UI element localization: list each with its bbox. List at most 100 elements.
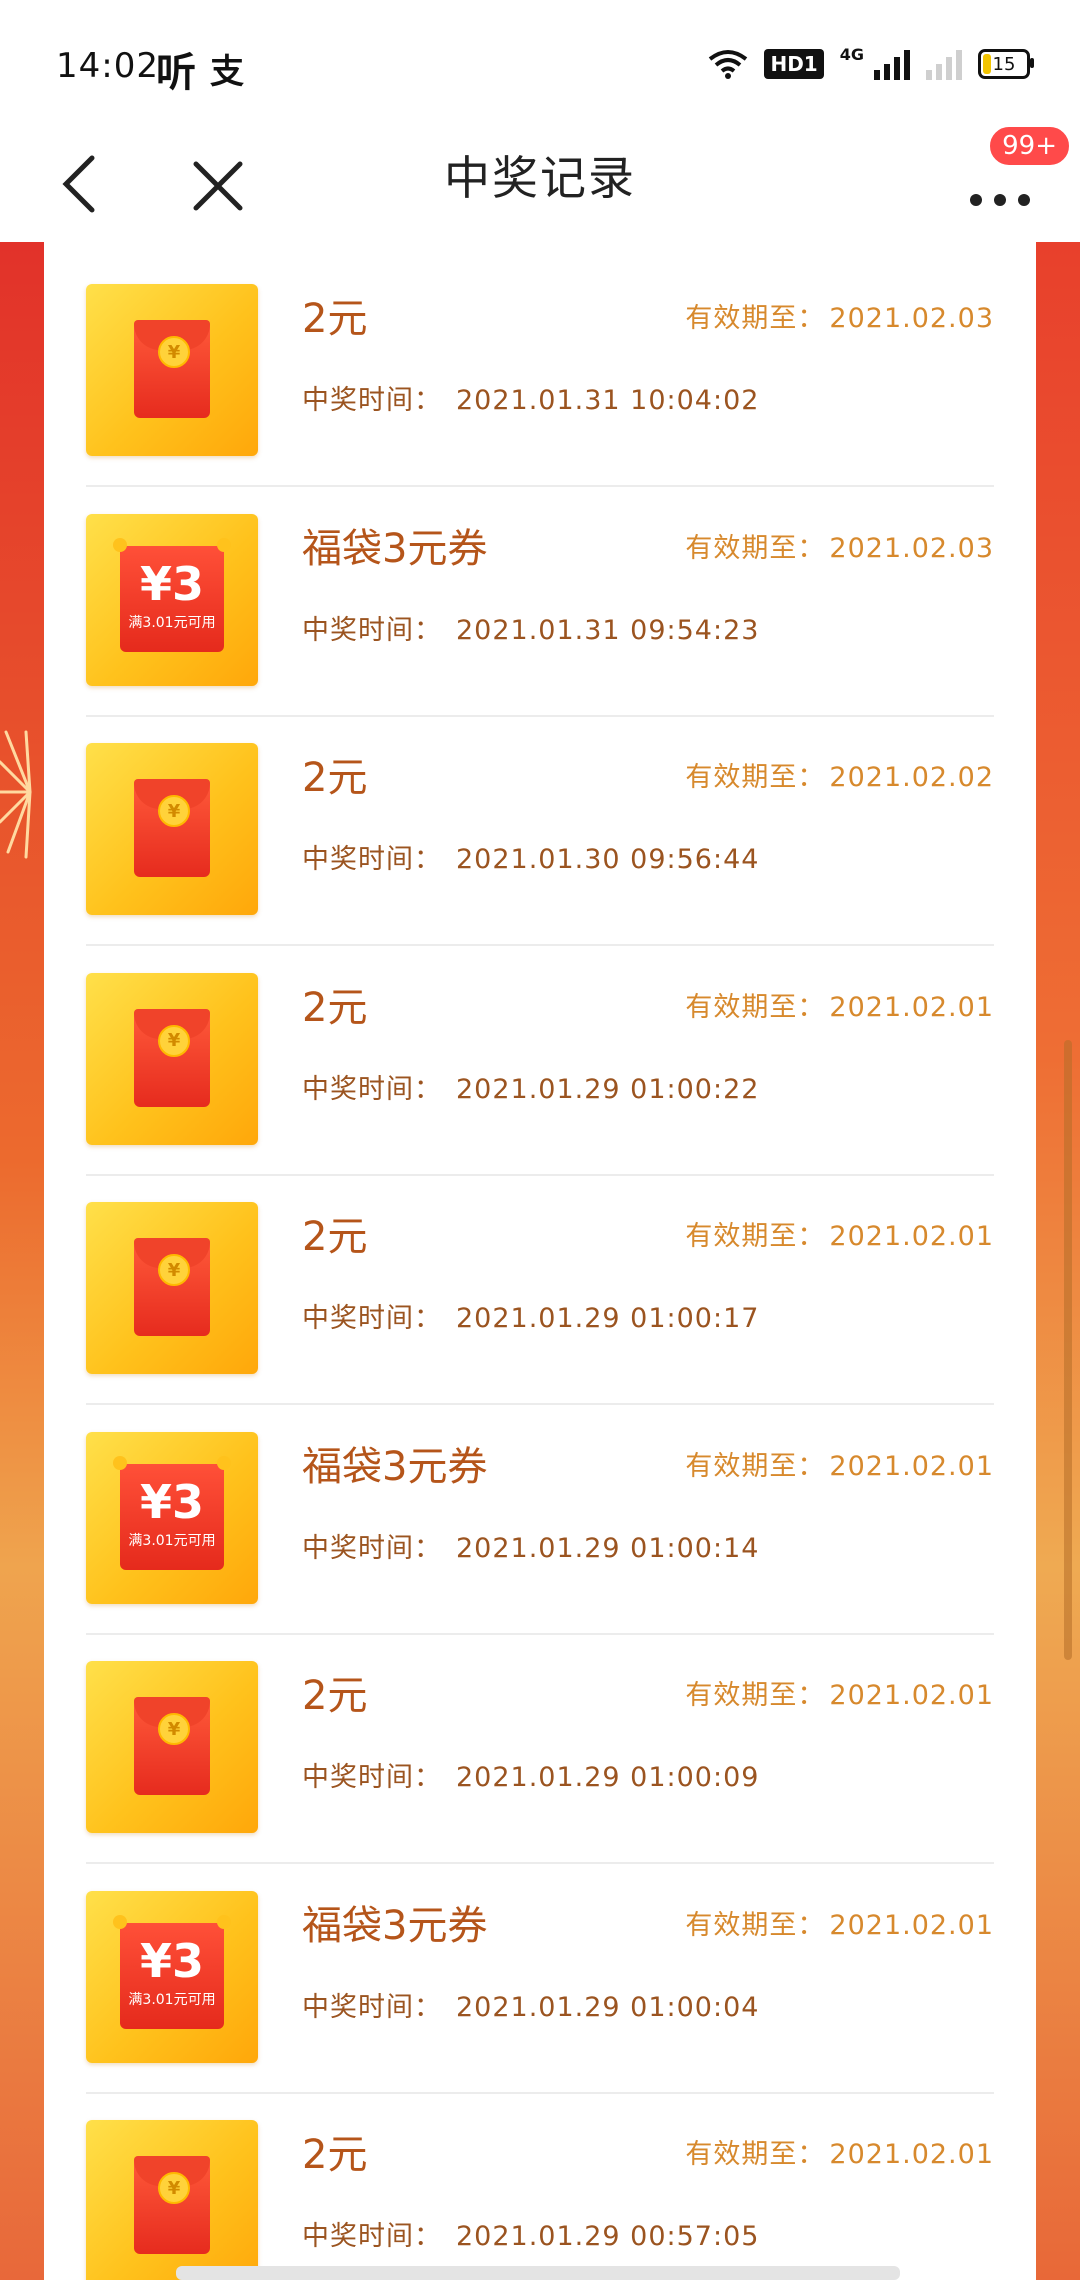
- expiry-value: 2021.02.01: [829, 1909, 994, 1941]
- expiry-label: 有效期至：: [685, 1909, 826, 1941]
- red-envelope-thumbnail: ¥: [86, 284, 258, 456]
- status-time: 14:02: [56, 46, 159, 86]
- alipay-notification-icon: 支: [210, 52, 244, 92]
- expiry-value: 2021.02.01: [829, 1221, 994, 1252]
- red-envelope-icon: ¥: [134, 320, 210, 418]
- expiry-date: 有效期至： 2021.02.01: [685, 1903, 994, 1942]
- page-title: 中奖记录: [444, 151, 636, 205]
- scrollbar[interactable]: [1064, 1040, 1072, 1660]
- win-time: 中奖时间： 2021.01.29 01:00:04: [302, 1985, 759, 2024]
- coupon-ticket-icon: ¥3 满3.01元可用: [113, 1455, 231, 1570]
- prize-list-item[interactable]: ¥3 满3.01元可用 福袋3元券 有效期至： 2021.02.01 中奖时间： 2021.…: [86, 1410, 994, 1640]
- coin-icon: ¥: [158, 2172, 190, 2204]
- win-time-label: 中奖时间：: [302, 1991, 442, 2023]
- battery-level: 15: [992, 53, 1016, 75]
- prize-title: 福袋3元券: [302, 1443, 488, 1490]
- coin-icon: ¥: [158, 1254, 190, 1286]
- coupon-amount: ¥3: [139, 556, 204, 611]
- expiry-value: 2021.02.03: [829, 303, 994, 334]
- battery-icon: 15: [978, 49, 1034, 79]
- red-envelope-icon: ¥: [134, 779, 210, 877]
- win-time-label: 中奖时间：: [302, 614, 442, 646]
- prize-list-item[interactable]: ¥3 满3.01元可用 福袋3元券 有效期至： 2021.02.03 中奖时间： 2021.…: [86, 492, 994, 722]
- win-time-label: 中奖时间：: [302, 1532, 442, 1564]
- list-divider: [86, 1403, 994, 1405]
- win-time-value: 2021.01.31 09:54:23: [456, 614, 760, 646]
- expiry-label: 有效期至：: [685, 762, 826, 793]
- prize-list-item[interactable]: ¥3 满3.01元可用 福袋3元券 有效期至： 2021.02.01 中奖时间： 2021.…: [86, 1869, 994, 2099]
- win-time-value: 2021.01.29 01:00:17: [456, 1303, 760, 1334]
- win-time: 中奖时间： 2021.01.29 01:00:09: [302, 1755, 759, 1794]
- red-envelope-icon: ¥: [134, 1238, 210, 1336]
- expiry-label: 有效期至：: [685, 991, 826, 1023]
- coupon-condition: 满3.01元可用: [128, 1991, 216, 2008]
- list-divider: [86, 2091, 994, 2094]
- bottom-indicator: [176, 2266, 900, 2280]
- prize-list-item[interactable]: ¥2元 有效期至： 2021.02.03 中奖时间： 2021.01.31 10:04:…: [86, 262, 994, 492]
- prize-title: 2元: [302, 755, 368, 801]
- win-time-value: 2021.01.31 10:04:02: [456, 385, 760, 416]
- coupon-ticket-icon: ¥3 满3.01元可用: [113, 537, 231, 652]
- wifi-icon: [709, 50, 748, 79]
- list-divider: [86, 1173, 994, 1176]
- prize-title: 福袋3元券: [302, 525, 488, 572]
- win-time-label: 中奖时间：: [302, 1303, 442, 1334]
- win-time-label: 中奖时间：: [302, 1073, 442, 1105]
- expiry-date: 有效期至： 2021.02.02: [685, 755, 994, 794]
- coupon-amount: ¥3: [139, 1933, 204, 1988]
- more-menu-button[interactable]: [970, 166, 1040, 206]
- expiry-label: 有效期至：: [685, 1221, 826, 1252]
- coupon-ticket-icon: ¥3 满3.01元可用: [113, 1914, 231, 2029]
- prize-title: 2元: [302, 1214, 368, 1260]
- list-divider: [86, 1632, 994, 1635]
- win-time: 中奖时间： 2021.01.29 00:57:05: [302, 2214, 759, 2253]
- more-dot-icon: [1018, 194, 1030, 206]
- more-dot-icon: [970, 194, 982, 206]
- hd-voice-icon: HD1: [764, 49, 824, 79]
- prize-list-item[interactable]: ¥2元 有效期至： 2021.02.01 中奖时间： 2021.01.29 00:57:…: [86, 2098, 994, 2280]
- red-envelope-thumbnail: ¥: [86, 2120, 258, 2280]
- signal-strength-icon: [874, 48, 910, 80]
- win-time-label: 中奖时间：: [302, 2221, 442, 2252]
- expiry-value: 2021.02.01: [829, 1450, 994, 1482]
- prize-title: 2元: [302, 984, 368, 1031]
- expiry-label: 有效期至：: [685, 2139, 826, 2170]
- prize-list-item[interactable]: ¥2元 有效期至： 2021.02.01 中奖时间： 2021.01.29 01:00:…: [86, 1639, 994, 1869]
- win-time: 中奖时间： 2021.01.29 01:00:22: [302, 1067, 759, 1106]
- expiry-date: 有效期至： 2021.02.03: [685, 526, 994, 565]
- expiry-date: 有效期至： 2021.02.01: [685, 985, 994, 1024]
- coupon-thumbnail: ¥3 满3.01元可用: [86, 1431, 258, 1604]
- coupon-thumbnail: ¥3 满3.01元可用: [86, 513, 258, 686]
- win-time: 中奖时间： 2021.01.31 09:54:23: [302, 608, 759, 647]
- prize-title: 2元: [302, 296, 368, 342]
- list-divider: [86, 944, 994, 946]
- win-time-label: 中奖时间：: [302, 844, 442, 875]
- win-time: 中奖时间： 2021.01.29 01:00:17: [302, 1296, 759, 1335]
- coupon-condition: 满3.01元可用: [128, 1532, 216, 1549]
- firework-decoration-icon: [0, 730, 32, 859]
- status-bar: 14:02 听 支 HD1 4G 15: [0, 0, 1080, 130]
- notification-badge: 99+: [987, 124, 1072, 168]
- prize-record-list[interactable]: ¥2元 有效期至： 2021.02.03 中奖时间： 2021.01.31 10:04:…: [44, 242, 1036, 2280]
- more-dot-icon: [994, 194, 1006, 206]
- coin-icon: ¥: [158, 1024, 190, 1057]
- red-envelope-icon: ¥: [134, 2156, 210, 2254]
- list-divider: [86, 1862, 994, 1864]
- app-notification-icon: 听: [156, 50, 196, 96]
- win-time-value: 2021.01.29 01:00:09: [456, 1762, 760, 1793]
- win-time-value: 2021.01.29 01:00:22: [456, 1073, 760, 1105]
- prize-list-item[interactable]: ¥2元 有效期至： 2021.02.01 中奖时间： 2021.01.29 01:00:…: [86, 951, 994, 1181]
- coupon-amount: ¥3: [139, 1474, 204, 1529]
- navigation-bar: 中奖记录 99+: [0, 124, 1080, 242]
- win-time: 中奖时间： 2021.01.31 10:04:02: [302, 378, 759, 417]
- win-time-value: 2021.01.29 01:00:14: [456, 1532, 760, 1564]
- prize-list-item[interactable]: ¥2元 有效期至： 2021.02.01 中奖时间： 2021.01.29 01:00:…: [86, 1180, 994, 1410]
- win-time-label: 中奖时间：: [302, 1762, 442, 1793]
- red-envelope-thumbnail: ¥: [86, 1661, 258, 1833]
- win-time: 中奖时间： 2021.01.30 09:56:44: [302, 837, 759, 876]
- red-envelope-thumbnail: ¥: [86, 1202, 258, 1374]
- expiry-value: 2021.02.01: [829, 2139, 994, 2170]
- network-type-label: 4G: [839, 44, 864, 64]
- prize-list-item[interactable]: ¥2元 有效期至： 2021.02.02 中奖时间： 2021.01.30 09:56:…: [86, 721, 994, 951]
- expiry-label: 有效期至：: [685, 1450, 826, 1482]
